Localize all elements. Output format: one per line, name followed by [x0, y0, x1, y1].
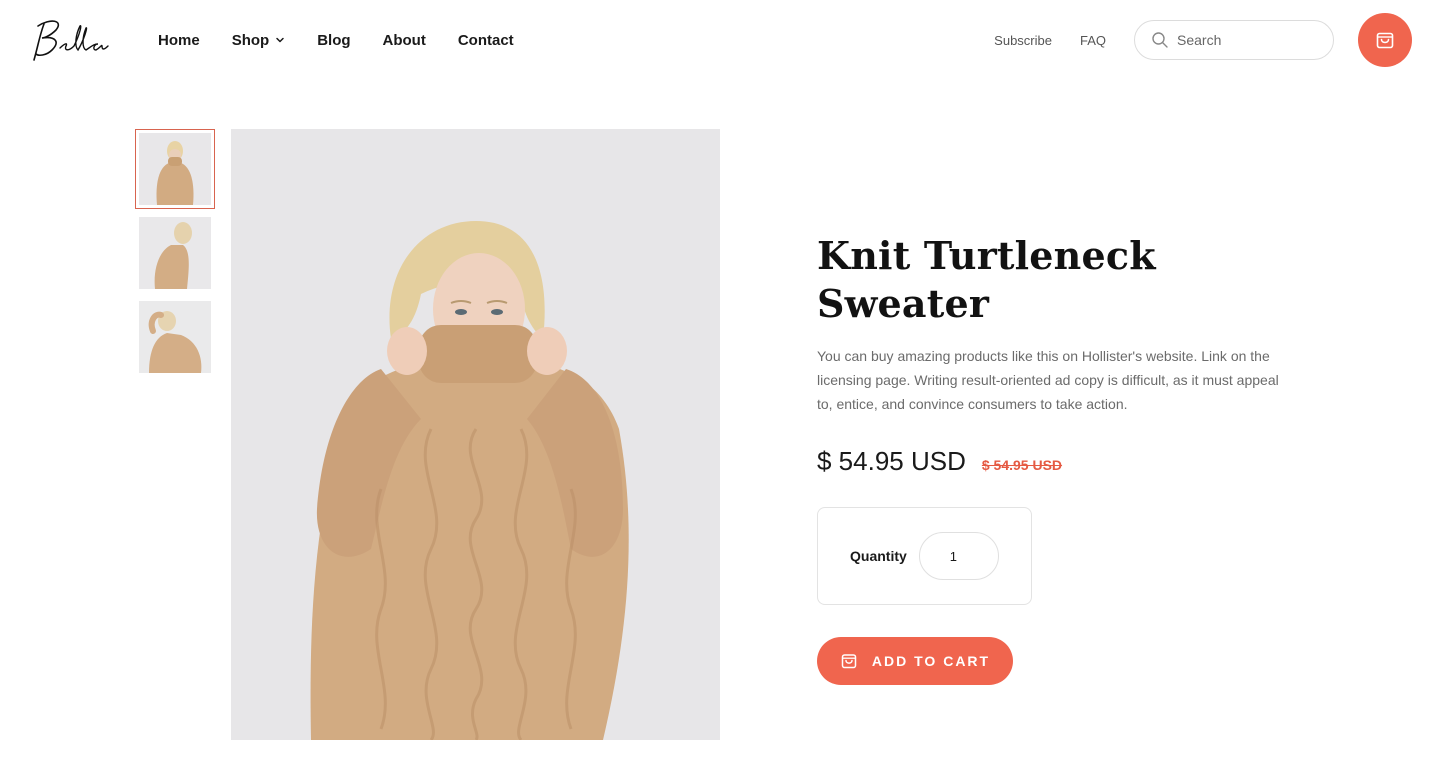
- search-icon: [1152, 32, 1168, 48]
- main-nav: Home Shop Blog About Contact: [158, 30, 546, 50]
- thumbnail-image: [139, 133, 211, 205]
- add-to-cart-button[interactable]: ADD TO CART: [817, 637, 1013, 685]
- nav-contact[interactable]: Contact: [458, 30, 514, 50]
- shopping-bag-icon: [1376, 32, 1394, 49]
- nav-shop[interactable]: Shop: [232, 30, 286, 50]
- nav-blog-label: Blog: [317, 31, 351, 49]
- thumbnail-1[interactable]: [135, 129, 215, 209]
- nav-contact-label: Contact: [457, 31, 514, 49]
- current-price: $ 54.95 USD: [817, 446, 966, 476]
- nav-blog[interactable]: Blog: [317, 30, 350, 50]
- shopping-bag-icon: [841, 654, 857, 669]
- nav-home-label: Home: [158, 31, 200, 49]
- search-box[interactable]: [1134, 20, 1334, 60]
- nav-about[interactable]: About: [383, 30, 426, 50]
- quantity-box: Quantity 1: [817, 507, 1032, 605]
- subscribe-link[interactable]: Subscribe: [994, 33, 1052, 48]
- price-row: $ 54.95 USD $ 54.95 USD: [817, 446, 1317, 477]
- cart-button[interactable]: [1358, 13, 1412, 67]
- nav-about-label: About: [382, 31, 426, 49]
- thumbnail-3[interactable]: [135, 297, 215, 377]
- brand-logo[interactable]: [30, 12, 110, 66]
- thumbnail-2[interactable]: [135, 213, 215, 293]
- nav-home[interactable]: Home: [158, 30, 200, 50]
- faq-link[interactable]: FAQ: [1080, 33, 1106, 48]
- nav-shop-label: Shop: [231, 31, 270, 49]
- compare-at-price: $ 54.95 USD: [981, 457, 1063, 473]
- bella-logo-icon: [33, 20, 109, 61]
- thumbnail-image: [139, 301, 211, 373]
- chevron-down-icon: [276, 37, 284, 43]
- product-main-image: [231, 129, 720, 740]
- header-actions: Subscribe FAQ: [994, 13, 1412, 67]
- quantity-label: Quantity: [850, 548, 907, 564]
- product-description: You can buy amazing products like this o…: [817, 348, 1279, 412]
- add-to-cart-label: ADD TO CART: [871, 653, 991, 669]
- thumbnail-list: [135, 129, 215, 381]
- thumbnail-image: [139, 217, 211, 289]
- quantity-input[interactable]: 1: [918, 532, 999, 580]
- product-title: Knit Turtleneck Sweater: [817, 233, 1156, 326]
- product-info: Knit Turtleneck Sweater You can buy amaz…: [817, 232, 1317, 685]
- search-input[interactable]: [1177, 32, 1317, 48]
